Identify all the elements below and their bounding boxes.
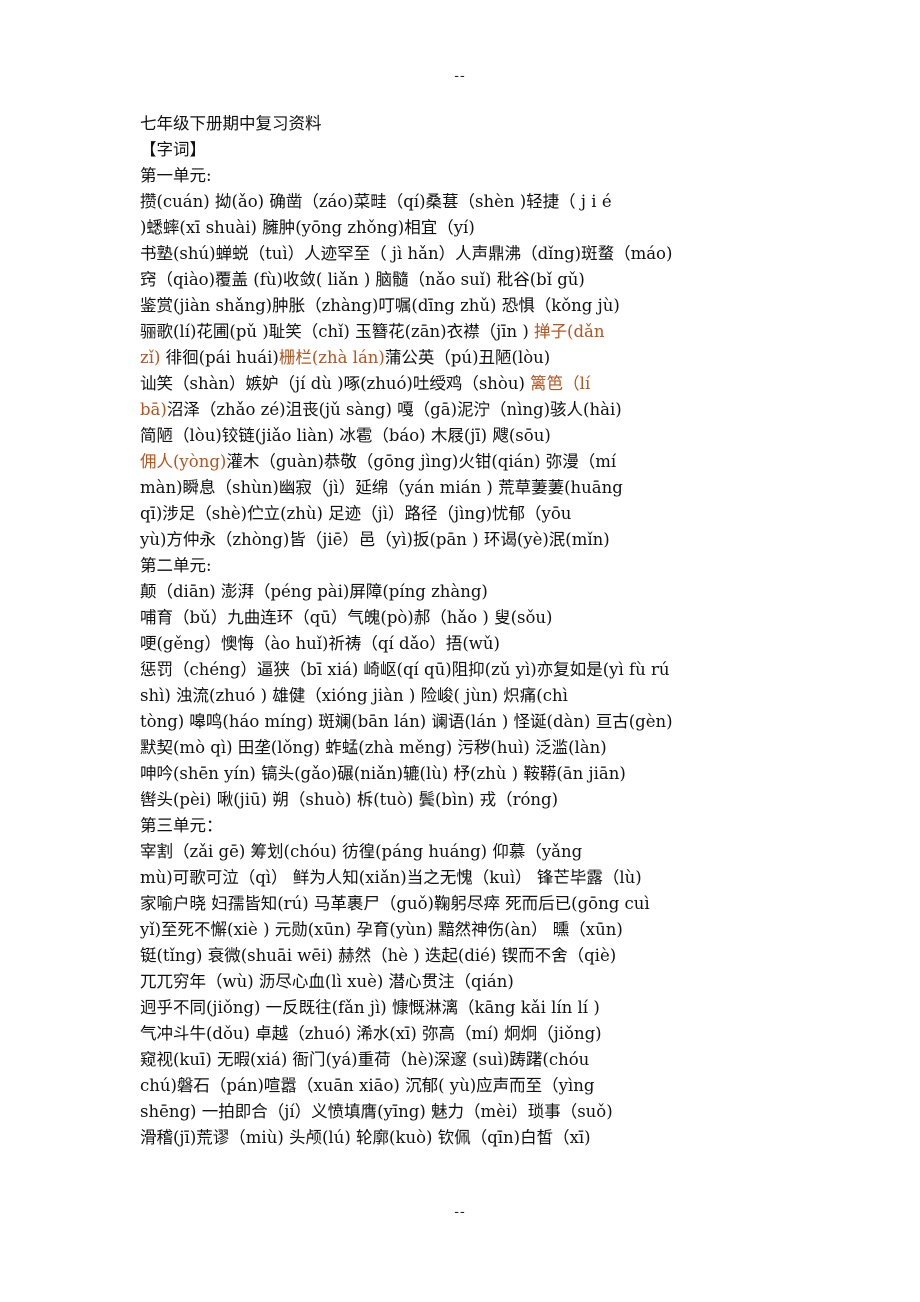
vocabulary-list: 第一单元: 攒(cuán) 拗(ǎo) 确凿（záo)菜畦（qí)桑葚（shèn … <box>140 163 790 1151</box>
highlighted-term: 栅栏(zhà lán) <box>278 348 385 367</box>
line-text: 兀兀穷年（wù) 沥尽心血(lì xuè) 潜心贯注（qián) <box>140 972 514 991</box>
line-text: shēng) 一拍即合（jí）义愤填膺(yīng) 魅力（mèi）琐事（suǒ) <box>140 1102 613 1121</box>
highlighted-term: 掸子(dǎn <box>534 322 605 341</box>
line-text: 讪笑（shàn）嫉妒（jí dù )啄(zhuó)吐绶鸡（shòu) <box>140 374 531 393</box>
line-text: 颠（diān) 澎湃（péng pài)屏障(píng zhàng) <box>140 582 488 601</box>
vocabulary-line: 鉴赏(jiàn shǎng)肿胀（zhàng)叮嘱(dīng zhǔ) 恐惧（k… <box>140 293 790 319</box>
page-header-marker: -- <box>454 68 466 84</box>
line-text: 呻吟(shēn yín) 镐头(gǎo)碾(niǎn)辘(lù) 杼(zhù )… <box>140 764 626 783</box>
vocabulary-line: 默契(mò qì) 田垄(lǒng) 蚱蜢(zhà měng) 污秽(huì) … <box>140 735 790 761</box>
document-title: 七年级下册期中复习资料 <box>140 114 322 133</box>
line-text: qī)涉足（shè)伫立(zhù) 足迹（jì）路径（jìng)忧郁（yōu <box>140 504 572 523</box>
line-text: 家喻户晓 妇孺皆知(rú) 马革裹尸（guǒ)鞠躬尽瘁 死而后已(gōng cu… <box>140 894 650 913</box>
document-body: 七年级下册期中复习资料 【字词】 第一单元: 攒(cuán) 拗(ǎo) 确凿（z… <box>140 111 790 1151</box>
highlighted-term: bā) <box>140 400 167 419</box>
vocabulary-line: zǐ) 徘徊(pái huái)栅栏(zhà lán)蒲公英（pú)丑陋(lòu… <box>140 345 790 371</box>
vocabulary-line: )蟋蟀(xī shuài) 臃肿(yōng zhǒng)相宜（yí) <box>140 215 790 241</box>
line-text: 铤(tǐng) 衰微(shuāi wēi) 赫然（hè ) 迭起(dié) 锲而… <box>140 946 617 965</box>
line-text: 窍（qiào)覆盖 (fù)收敛( liǎn ) 脑髓（nǎo suǐ) 秕谷(… <box>140 270 585 289</box>
line-text: 惩罚（chéng）逼狭（bī xiá) 崎岖(qí qū)阻抑(zǔ yì)亦复… <box>140 660 670 679</box>
vocabulary-line: 窥视(kuī) 无暇(xiá) 衙门(yá)重荷（hè)深邃 (suì)踌躇(c… <box>140 1047 790 1073</box>
line-text: shì) 浊流(zhuó ) 雄健（xióng jiàn ) 险峻( jùn) … <box>140 686 568 705</box>
vocabulary-line: 骊歌(lí)花圃(pǔ )耻笑（chǐ) 玉簪花(zān)衣襟（jīn ) 掸子… <box>140 319 790 345</box>
line-text: 徘徊(pái huái) <box>160 348 279 367</box>
vocabulary-line: tòng) 嗥鸣(háo míng) 斑斓(bān lán) 谰语(lán ) … <box>140 709 790 735</box>
vocabulary-line: 惩罚（chéng）逼狭（bī xiá) 崎岖(qí qū)阻抑(zǔ yì)亦复… <box>140 657 790 683</box>
vocabulary-line: 兀兀穷年（wù) 沥尽心血(lì xuè) 潜心贯注（qián) <box>140 969 790 995</box>
line-text: 辔头(pèi) 啾(jiū) 朔（shuò) 柝(tuò) 鬓(bìn) 戎（r… <box>140 790 559 809</box>
vocabulary-line: 窍（qiào)覆盖 (fù)收敛( liǎn ) 脑髓（nǎo suǐ) 秕谷(… <box>140 267 790 293</box>
vocabulary-line: mù)可歌可泣（qì） 鲜为人知(xiǎn)当之无愧（kuì） 锋芒毕露（lù) <box>140 865 790 891</box>
vocabulary-line: 滑稽(jī)荒谬（miù) 头颅(lú) 轮廓(kuò) 钦佩（qīn)白皙（x… <box>140 1125 790 1151</box>
vocabulary-line: chú)磐石（pán)喧嚣（xuān xiāo) 沉郁( yù)应声而至（yìn… <box>140 1073 790 1099</box>
vocabulary-line: shì) 浊流(zhuó ) 雄健（xióng jiàn ) 险峻( jùn) … <box>140 683 790 709</box>
vocabulary-line: 哺育（bǔ）九曲连环（qū）气魄(pò)郝（hǎo ) 叟(sǒu) <box>140 605 790 631</box>
line-text: 沼泽（zhǎo zé)沮丧(jǔ sàng) 嘎（gā)泥泞（nìng)骇人(h… <box>166 400 622 419</box>
line-text: chú)磐石（pán)喧嚣（xuān xiāo) 沉郁( yù)应声而至（yìn… <box>140 1076 595 1095</box>
vocabulary-line: 颠（diān) 澎湃（péng pài)屏障(píng zhàng) <box>140 579 790 605</box>
vocabulary-line: yǐ)至死不懈(xiè ) 元勋(xūn) 孕育(yùn) 黯然神伤(àn） 曛… <box>140 917 790 943</box>
unit-heading: 第一单元: <box>140 163 790 189</box>
page-footer-marker: -- <box>454 1204 466 1220</box>
unit-heading: 第二单元: <box>140 553 790 579</box>
vocabulary-line: bā)沼泽（zhǎo zé)沮丧(jǔ sàng) 嘎（gā)泥泞（nìng)骇… <box>140 397 790 423</box>
vocabulary-line: yù)方仲永（zhòng)皆（jiē）邑（yì)扳(pān ) 环谒(yè)泯(… <box>140 527 790 553</box>
line-text: màn)瞬息（shùn)幽寂（jì）延绵（yán mián ) 荒草萋萋(huā… <box>140 478 623 497</box>
vocabulary-line: shēng) 一拍即合（jí）义愤填膺(yīng) 魅力（mèi）琐事（suǒ) <box>140 1099 790 1125</box>
highlighted-term: zǐ) <box>140 348 161 367</box>
line-text: 默契(mò qì) 田垄(lǒng) 蚱蜢(zhà měng) 污秽(huì) … <box>140 738 607 757</box>
vocabulary-line: màn)瞬息（shùn)幽寂（jì）延绵（yán mián ) 荒草萋萋(huā… <box>140 475 790 501</box>
highlighted-term: 篱笆（lí <box>530 374 591 393</box>
line-text: 哽(gěng）懊悔（ào huǐ)祈祷（qí dǎo）捂(wǔ) <box>140 634 500 653</box>
line-text: 宰割（zǎi gē) 筹划(chóu) 彷徨(páng huáng) 仰慕（yǎ… <box>140 842 583 861</box>
line-text: 攒(cuán) 拗(ǎo) 确凿（záo)菜畦（qí)桑葚（shèn )轻捷（ … <box>140 192 612 211</box>
line-text: 第一单元: <box>140 166 212 185</box>
vocabulary-line: 迥乎不同(jiǒng) 一反既往(fǎn jì) 慷慨淋漓（kāng kǎi l… <box>140 995 790 1021</box>
line-text: 第三单元： <box>140 816 223 835</box>
line-text: yù)方仲永（zhòng)皆（jiē）邑（yì)扳(pān ) 环谒(yè)泯(… <box>140 530 610 549</box>
line-text: 第二单元: <box>140 556 212 575</box>
vocabulary-line: 简陋（lòu)铰链(jiǎo liàn) 冰雹（báo) 木屐(jī) 飕(sō… <box>140 423 790 449</box>
line-text: mù)可歌可泣（qì） 鲜为人知(xiǎn)当之无愧（kuì） 锋芒毕露（lù) <box>140 868 642 887</box>
vocabulary-line: 家喻户晓 妇孺皆知(rú) 马革裹尸（guǒ)鞠躬尽瘁 死而后已(gōng cu… <box>140 891 790 917</box>
line-text: 迥乎不同(jiǒng) 一反既往(fǎn jì) 慷慨淋漓（kāng kǎi l… <box>140 998 600 1017</box>
vocabulary-line: 佣人(yòng)灌木（guàn)恭敬（gōng jìng)火钳(qián) 弥漫… <box>140 449 790 475</box>
vocabulary-line: 呻吟(shēn yín) 镐头(gǎo)碾(niǎn)辘(lù) 杼(zhù )… <box>140 761 790 787</box>
line-text: 书塾(shú)蝉蜕（tuì）人迹罕至（ jì hǎn）人声鼎沸（dǐng)斑蝥（… <box>140 244 673 263</box>
vocabulary-line: 书塾(shú)蝉蜕（tuì）人迹罕至（ jì hǎn）人声鼎沸（dǐng)斑蝥（… <box>140 241 790 267</box>
line-text: )蟋蟀(xī shuài) 臃肿(yōng zhǒng)相宜（yí) <box>140 218 475 237</box>
vocabulary-line: 气冲斗牛(dǒu) 卓越（zhuó) 浠水(xī) 弥高（mí) 炯炯（jiǒn… <box>140 1021 790 1047</box>
vocabulary-line: 铤(tǐng) 衰微(shuāi wēi) 赫然（hè ) 迭起(dié) 锲而… <box>140 943 790 969</box>
line-text: 哺育（bǔ）九曲连环（qū）气魄(pò)郝（hǎo ) 叟(sǒu) <box>140 608 553 627</box>
unit-heading: 第三单元： <box>140 813 790 839</box>
line-text: 气冲斗牛(dǒu) 卓越（zhuó) 浠水(xī) 弥高（mí) 炯炯（jiǒn… <box>140 1024 602 1043</box>
line-text: 骊歌(lí)花圃(pǔ )耻笑（chǐ) 玉簪花(zān)衣襟（jīn ) <box>140 322 535 341</box>
line-text: 蒲公英（pú)丑陋(lòu) <box>384 348 551 367</box>
section-heading: 【字词】 <box>140 140 206 159</box>
vocabulary-line: 讪笑（shàn）嫉妒（jí dù )啄(zhuó)吐绶鸡（shòu) 篱笆（lí <box>140 371 790 397</box>
line-text: 灌木（guàn)恭敬（gōng jìng)火钳(qián) 弥漫（mí <box>226 452 617 471</box>
vocabulary-line: 哽(gěng）懊悔（ào huǐ)祈祷（qí dǎo）捂(wǔ) <box>140 631 790 657</box>
line-text: 简陋（lòu)铰链(jiǎo liàn) 冰雹（báo) 木屐(jī) 飕(sō… <box>140 426 551 445</box>
line-text: 鉴赏(jiàn shǎng)肿胀（zhàng)叮嘱(dīng zhǔ) 恐惧（k… <box>140 296 620 315</box>
vocabulary-line: 辔头(pèi) 啾(jiū) 朔（shuò) 柝(tuò) 鬓(bìn) 戎（r… <box>140 787 790 813</box>
vocabulary-line: 攒(cuán) 拗(ǎo) 确凿（záo)菜畦（qí)桑葚（shèn )轻捷（ … <box>140 189 790 215</box>
line-text: 窥视(kuī) 无暇(xiá) 衙门(yá)重荷（hè)深邃 (suì)踌躇(c… <box>140 1050 590 1069</box>
line-text: 滑稽(jī)荒谬（miù) 头颅(lú) 轮廓(kuò) 钦佩（qīn)白皙（x… <box>140 1128 591 1147</box>
line-text: yǐ)至死不懈(xiè ) 元勋(xūn) 孕育(yùn) 黯然神伤(àn） 曛… <box>140 920 623 939</box>
line-text: tòng) 嗥鸣(háo míng) 斑斓(bān lán) 谰语(lán ) … <box>140 712 673 731</box>
vocabulary-line: qī)涉足（shè)伫立(zhù) 足迹（jì）路径（jìng)忧郁（yōu <box>140 501 790 527</box>
vocabulary-line: 宰割（zǎi gē) 筹划(chóu) 彷徨(páng huáng) 仰慕（yǎ… <box>140 839 790 865</box>
highlighted-term: 佣人(yòng) <box>140 452 227 471</box>
